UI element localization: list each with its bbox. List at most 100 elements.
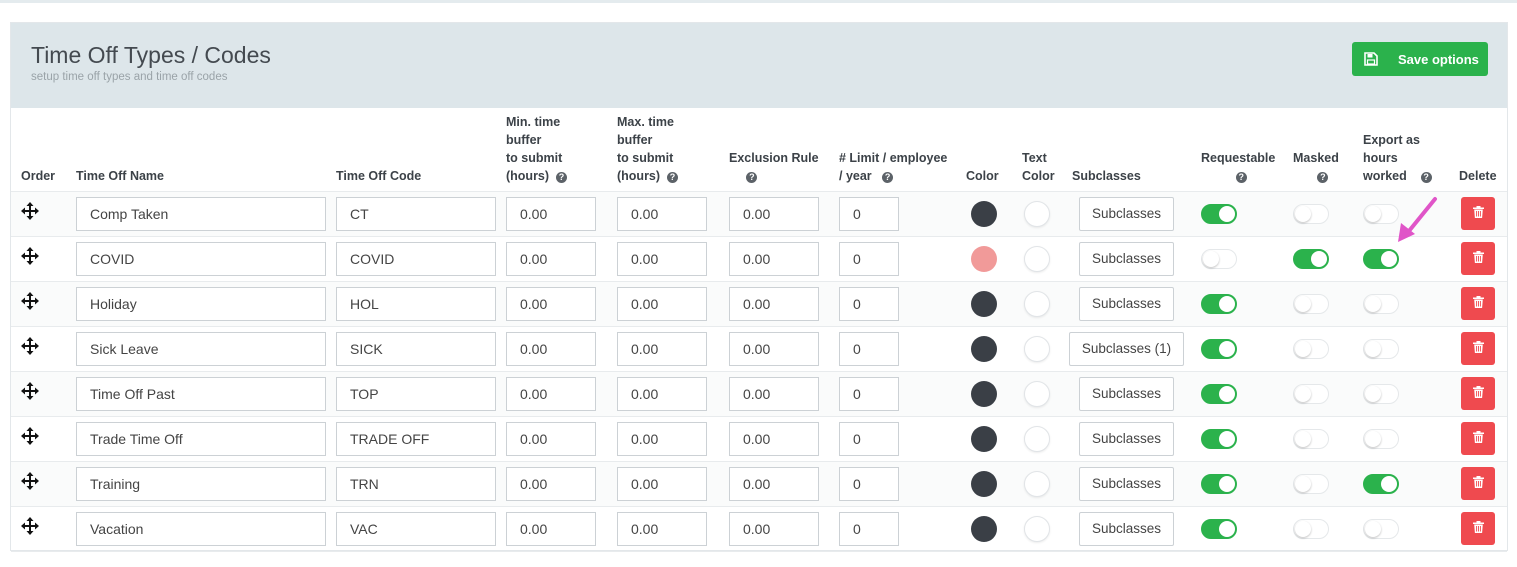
max-buffer-input[interactable]: 0.00 [617,196,707,231]
exclusion-rule-input[interactable]: 0.00 [729,286,819,321]
min-buffer-input[interactable]: 0.00 [506,511,596,546]
subclasses-button[interactable]: Subclasses [1078,511,1175,546]
masked-toggle[interactable] [1293,248,1329,269]
help-icon[interactable]: ? [1235,171,1247,183]
exclusion-rule-input[interactable]: 0.00 [729,241,819,276]
delete-button[interactable] [1461,197,1495,230]
export-hours-toggle[interactable] [1363,248,1399,269]
max-buffer-input[interactable]: 0.00 [617,286,707,321]
time-off-name-input[interactable]: Time Off Past [76,376,326,411]
requestable-toggle[interactable] [1201,293,1237,314]
delete-button[interactable] [1461,332,1495,365]
help-icon[interactable]: ? [1420,171,1432,183]
color-swatch[interactable] [971,245,997,272]
text-color-swatch[interactable] [1024,335,1050,362]
exclusion-rule-input[interactable]: 0.00 [729,421,819,456]
color-swatch[interactable] [971,515,997,542]
delete-button[interactable] [1461,512,1495,545]
time-off-code-input[interactable]: TOP [336,376,496,411]
color-swatch[interactable] [971,380,997,407]
delete-button[interactable] [1461,377,1495,410]
limit-input[interactable]: 0 [839,241,899,276]
drag-handle-icon[interactable] [21,472,39,490]
max-buffer-input[interactable]: 0.00 [617,331,707,366]
time-off-name-input[interactable]: Vacation [76,511,326,546]
max-buffer-input[interactable]: 0.00 [617,421,707,456]
drag-handle-icon[interactable] [21,382,39,400]
limit-input[interactable]: 0 [839,196,899,231]
subclasses-button[interactable]: Subclasses [1078,196,1175,231]
drag-handle-icon[interactable] [21,517,39,535]
export-hours-toggle[interactable] [1363,338,1399,359]
help-icon[interactable]: ? [882,171,894,183]
text-color-swatch[interactable] [1024,425,1050,452]
time-off-code-input[interactable]: HOL [336,286,496,321]
limit-input[interactable]: 0 [839,376,899,411]
drag-handle-icon[interactable] [21,247,39,265]
limit-input[interactable]: 0 [839,511,899,546]
limit-input[interactable]: 0 [839,331,899,366]
masked-toggle[interactable] [1293,338,1329,359]
limit-input[interactable]: 0 [839,421,899,456]
min-buffer-input[interactable]: 0.00 [506,376,596,411]
subclasses-button[interactable]: Subclasses [1078,376,1175,411]
exclusion-rule-input[interactable]: 0.00 [729,376,819,411]
min-buffer-input[interactable]: 0.00 [506,196,596,231]
masked-toggle[interactable] [1293,518,1329,539]
help-icon[interactable]: ? [667,171,679,183]
time-off-name-input[interactable]: Training [76,466,326,501]
masked-toggle[interactable] [1293,293,1329,314]
requestable-toggle[interactable] [1201,338,1237,359]
exclusion-rule-input[interactable]: 0.00 [729,331,819,366]
text-color-swatch[interactable] [1024,200,1050,227]
requestable-toggle[interactable] [1201,248,1237,269]
help-icon[interactable]: ? [556,171,568,183]
help-icon[interactable]: ? [746,171,758,183]
requestable-toggle[interactable] [1201,428,1237,449]
limit-input[interactable]: 0 [839,286,899,321]
masked-toggle[interactable] [1293,383,1329,404]
min-buffer-input[interactable]: 0.00 [506,331,596,366]
text-color-swatch[interactable] [1024,290,1050,317]
export-hours-toggle[interactable] [1363,428,1399,449]
help-icon[interactable]: ? [1317,171,1329,183]
time-off-code-input[interactable]: COVID [336,241,496,276]
subclasses-button[interactable]: Subclasses [1078,286,1175,321]
limit-input[interactable]: 0 [839,466,899,501]
color-swatch[interactable] [971,425,997,452]
color-swatch[interactable] [971,200,997,227]
max-buffer-input[interactable]: 0.00 [617,241,707,276]
time-off-code-input[interactable]: TRN [336,466,496,501]
subclasses-button[interactable]: Subclasses (1) [1068,331,1185,366]
min-buffer-input[interactable]: 0.00 [506,241,596,276]
save-options-button[interactable]: Save options [1352,42,1488,76]
requestable-toggle[interactable] [1201,518,1237,539]
text-color-swatch[interactable] [1024,470,1050,497]
exclusion-rule-input[interactable]: 0.00 [729,466,819,501]
exclusion-rule-input[interactable]: 0.00 [729,196,819,231]
exclusion-rule-input[interactable]: 0.00 [729,511,819,546]
export-hours-toggle[interactable] [1363,518,1399,539]
delete-button[interactable] [1461,467,1495,500]
subclasses-button[interactable]: Subclasses [1078,466,1175,501]
requestable-toggle[interactable] [1201,203,1237,224]
export-hours-toggle[interactable] [1363,293,1399,314]
time-off-name-input[interactable]: Holiday [76,286,326,321]
color-swatch[interactable] [971,470,997,497]
export-hours-toggle[interactable] [1363,203,1399,224]
export-hours-toggle[interactable] [1363,383,1399,404]
drag-handle-icon[interactable] [21,337,39,355]
min-buffer-input[interactable]: 0.00 [506,421,596,456]
masked-toggle[interactable] [1293,428,1329,449]
min-buffer-input[interactable]: 0.00 [506,286,596,321]
drag-handle-icon[interactable] [21,427,39,445]
min-buffer-input[interactable]: 0.00 [506,466,596,501]
text-color-swatch[interactable] [1024,515,1050,542]
text-color-swatch[interactable] [1024,245,1050,272]
subclasses-button[interactable]: Subclasses [1078,421,1175,456]
delete-button[interactable] [1461,242,1495,275]
export-hours-toggle[interactable] [1363,473,1399,494]
time-off-code-input[interactable]: CT [336,196,496,231]
max-buffer-input[interactable]: 0.00 [617,466,707,501]
masked-toggle[interactable] [1293,473,1329,494]
